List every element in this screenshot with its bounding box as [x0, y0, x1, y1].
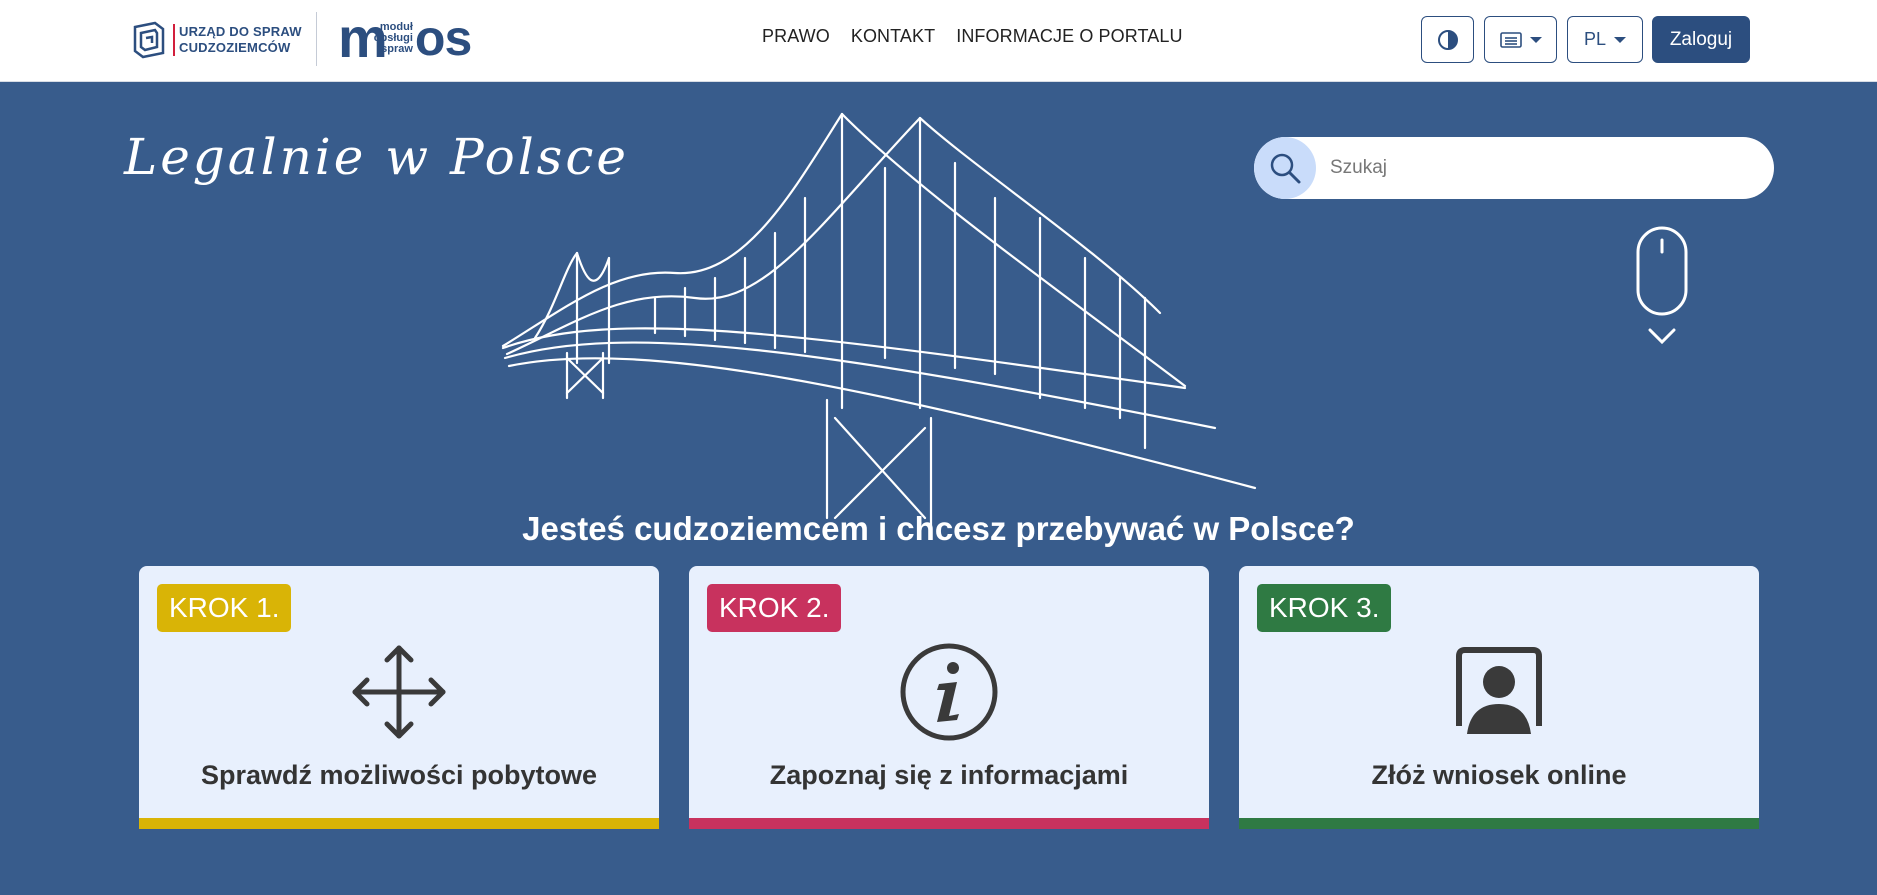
udsc-logo-line-2: CUDZOZIEMCÓW	[179, 40, 291, 55]
step-badge: KROK 2.	[707, 584, 842, 632]
step-label: Sprawdź możliwości pobytowe	[200, 760, 598, 790]
main-nav: PRAWO KONTAKT INFORMACJE O PORTALU	[762, 26, 1204, 47]
udsc-logo-line-1: URZĄD DO SPRAW	[179, 24, 302, 39]
language-label: PL	[1583, 29, 1607, 49]
scroll-down-icon[interactable]	[1636, 226, 1688, 350]
nav-link-prawo[interactable]: PRAWO	[762, 26, 830, 47]
mos-logo-caption: moduł obsługi spraw	[373, 20, 413, 55]
search-icon	[1270, 153, 1301, 184]
mos-caption-line-3: spraw	[381, 42, 413, 55]
chevron-down-icon	[1529, 36, 1542, 43]
udsc-logo[interactable]: URZĄD DO SPRAW CUDZOZIEMCÓW	[129, 18, 302, 62]
mos-logo-os: os	[414, 10, 472, 66]
search-input[interactable]	[1330, 137, 1750, 199]
udsc-logo-text: URZĄD DO SPRAW CUDZOZIEMCÓW	[173, 24, 302, 56]
step-color-bar	[689, 818, 1209, 829]
top-header: URZĄD DO SPRAW CUDZOZIEMCÓW m moduł obsł…	[0, 0, 1877, 82]
login-button[interactable]: Zaloguj	[1652, 16, 1750, 63]
step-card-1[interactable]: KROK 1. Sprawdź możliwości pobytowe	[139, 566, 659, 829]
move-arrows-icon	[352, 645, 446, 739]
search-button[interactable]	[1254, 137, 1316, 199]
bridge-illustration	[501, 112, 1257, 540]
search-bar	[1254, 137, 1774, 199]
info-icon	[900, 643, 998, 741]
step-card-2[interactable]: KROK 2. Zapoznaj się z informacjami	[689, 566, 1209, 829]
mos-logo[interactable]: m moduł obsługi spraw os	[338, 10, 472, 66]
contrast-toggle-button[interactable]	[1421, 16, 1474, 63]
mos-caption-line-1: moduł	[379, 20, 413, 33]
step-label: Zapoznaj się z informacjami	[769, 760, 1129, 790]
step-label: Złóż wniosek online	[1371, 760, 1627, 790]
chevron-down-icon	[1614, 36, 1627, 43]
list-view-icon	[1499, 31, 1522, 48]
user-monitor-icon	[1456, 647, 1542, 734]
step-badge: KROK 1.	[157, 584, 292, 632]
step-card-3[interactable]: KROK 3. Złóż wniosek online	[1239, 566, 1759, 829]
step-color-bar	[139, 818, 659, 829]
nav-link-informacje[interactable]: INFORMACJE O PORTALU	[956, 26, 1182, 47]
nav-link-kontakt[interactable]: KONTAKT	[851, 26, 935, 47]
language-select-button[interactable]: PL	[1567, 16, 1643, 63]
udsc-emblem-icon	[133, 21, 165, 59]
hero-headline: Jesteś cudzoziemcem i chcesz przebywać w…	[522, 510, 1355, 547]
mos-caption-line-2: obsługi	[373, 31, 413, 44]
view-options-button[interactable]	[1484, 16, 1557, 63]
logo-divider	[316, 12, 317, 66]
step-badge: KROK 3.	[1257, 584, 1392, 632]
contrast-icon	[1437, 29, 1458, 50]
step-color-bar	[1239, 818, 1759, 829]
